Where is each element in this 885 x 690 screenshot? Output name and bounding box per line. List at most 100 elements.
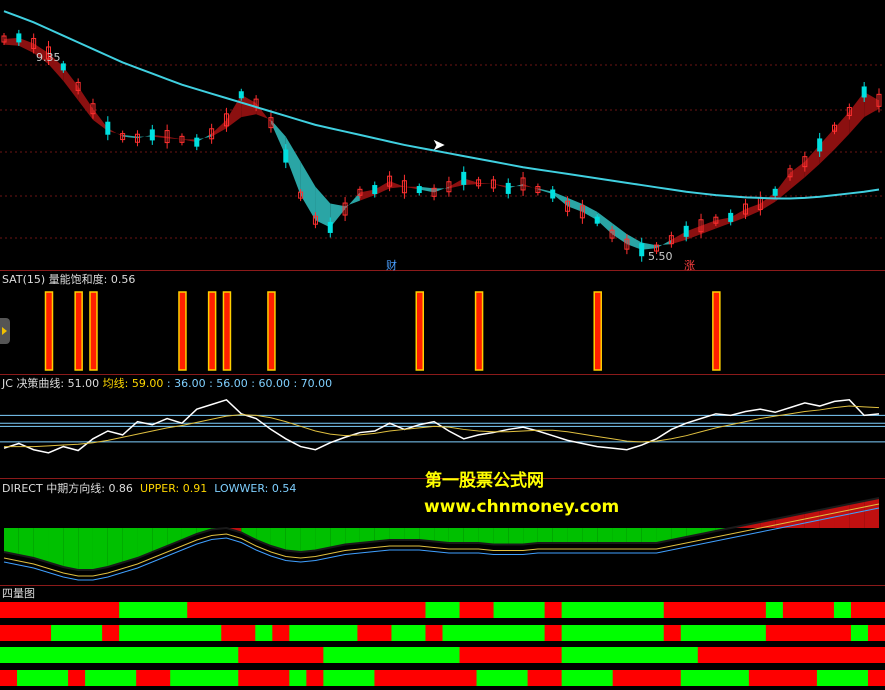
- quad-cell: [408, 625, 426, 641]
- direct-fill-segment: [582, 528, 598, 543]
- panel-expand-handle[interactable]: [0, 318, 10, 344]
- quad-cell: [697, 602, 716, 618]
- sat-bar: [207, 291, 217, 371]
- quad-cell: [187, 647, 205, 663]
- quad-cell: [867, 602, 885, 618]
- quad-cell: [85, 602, 103, 618]
- direct-fill-segment: [78, 528, 93, 570]
- quad-cell: [544, 602, 563, 618]
- quad-cell: [544, 670, 563, 686]
- direct-title: DIRECT: [2, 482, 43, 495]
- indicator-chart: [0, 10, 885, 686]
- quad-cell: [680, 625, 699, 641]
- quad-cell: [816, 602, 835, 618]
- quad-cell: [68, 670, 86, 686]
- quad-cell: [595, 647, 614, 663]
- sat-title: SAT(15): [2, 273, 46, 286]
- quad-cell: [204, 602, 222, 618]
- quad-cell: [663, 647, 682, 663]
- quad-cell: [51, 647, 69, 663]
- direct-fill-segment: [33, 528, 49, 563]
- watermark-title: 第一股票公式网: [425, 471, 544, 491]
- quad-cell: [748, 602, 767, 618]
- quad-cell: [459, 647, 478, 663]
- quad-cell: [850, 625, 869, 641]
- quad-cell: [221, 602, 239, 618]
- direct-fill-segment: [508, 528, 524, 545]
- quad-cell: [697, 670, 716, 686]
- quad-cell: [391, 647, 409, 663]
- quad-cell: [799, 602, 818, 618]
- quad-cell: [544, 625, 563, 641]
- quad-cell: [0, 625, 18, 641]
- quad-cell: [748, 625, 767, 641]
- quad-cell: [476, 625, 495, 641]
- quad-cell: [561, 625, 580, 641]
- direct-fill-segment: [345, 528, 360, 545]
- mouse-cursor-icon: ➤: [432, 135, 446, 154]
- quad-cell: [272, 647, 290, 663]
- quad-cell: [34, 625, 52, 641]
- quad-cell: [782, 670, 801, 686]
- sat-bar: [89, 291, 98, 371]
- quad-cell: [374, 602, 392, 618]
- quad-cell: [408, 602, 426, 618]
- marker-cai[interactable]: 财: [386, 259, 397, 272]
- quad-cell: [153, 647, 171, 663]
- panel-separator: [0, 270, 885, 271]
- quad-cell: [714, 602, 733, 618]
- panel-separator: [0, 374, 885, 375]
- quad-cell: [187, 602, 205, 618]
- quad-cell: [136, 670, 154, 686]
- candle-body: [416, 186, 422, 194]
- quad-cell: [629, 647, 648, 663]
- quad-cell: [0, 647, 18, 663]
- quad-cell: [816, 625, 835, 641]
- direct-upper-label: UPPER:: [139, 482, 180, 495]
- quad-cell: [544, 647, 563, 663]
- quad-cell: [289, 670, 307, 686]
- quad-cell: [119, 602, 137, 618]
- quad-panel-title: 四量图: [2, 587, 35, 600]
- direct-fill-segment: [463, 528, 479, 543]
- quad-cell: [731, 602, 750, 618]
- direct-panel-header: DIRECT 中期方向线: 0.86 UPPER: 0.91 LOWWER: 0…: [2, 482, 296, 495]
- candle-body: [817, 138, 823, 152]
- direct-lower-value: 0.54: [271, 482, 297, 495]
- direct-fill-segment: [92, 528, 108, 570]
- quad-cell: [153, 602, 171, 618]
- quad-cell: [782, 647, 801, 663]
- quad-cell: [629, 670, 648, 686]
- quad-cell: [816, 670, 835, 686]
- quad-cell: [374, 670, 392, 686]
- quad-cell: [510, 625, 529, 641]
- direct-value: 0.86: [108, 482, 133, 495]
- quad-cell: [306, 647, 324, 663]
- quad-cell: [816, 647, 835, 663]
- quad-cell: [680, 602, 699, 618]
- quad-cell: [255, 625, 273, 641]
- quad-cell: [527, 625, 546, 641]
- price-band-segment: [285, 136, 301, 196]
- quad-cell: [102, 625, 120, 641]
- quad-cell: [425, 670, 443, 686]
- candle-body: [461, 171, 467, 185]
- quad-cell: [527, 670, 546, 686]
- direct-fill-segment: [493, 528, 509, 545]
- candle-body: [594, 216, 600, 224]
- sat-bar: [474, 291, 484, 371]
- price-band-segment: [78, 86, 93, 120]
- candle-body: [728, 212, 734, 222]
- marker-zhang[interactable]: 涨: [684, 259, 695, 272]
- quad-cell: [680, 670, 699, 686]
- quad-cell: [595, 670, 614, 686]
- candle-body: [550, 189, 556, 199]
- quad-cell: [170, 647, 188, 663]
- sat-panel-header: SAT(15) 量能饱和度: 0.56: [2, 273, 135, 286]
- quad-cell: [272, 602, 290, 618]
- quad-cell: [510, 647, 529, 663]
- direct-fill-segment: [523, 528, 538, 545]
- quad-cell: [663, 625, 682, 641]
- quad-cell: [578, 602, 597, 618]
- candle-body: [683, 225, 689, 237]
